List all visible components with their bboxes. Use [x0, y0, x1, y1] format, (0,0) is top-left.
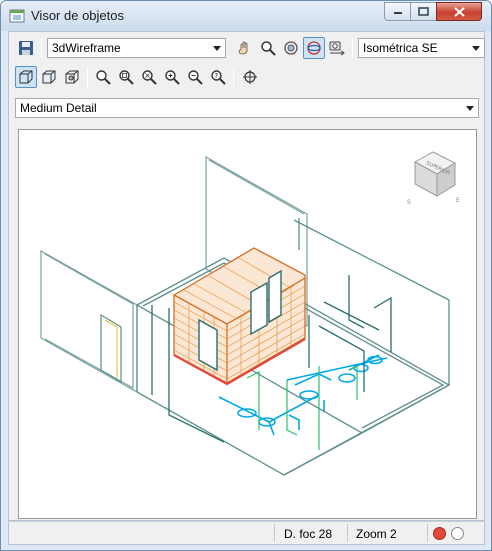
separator: [233, 67, 234, 87]
chevron-down-icon: [209, 39, 225, 57]
separator: [352, 38, 353, 58]
detail-level-select[interactable]: Medium Detail: [15, 98, 479, 118]
zoom-previous-icon: ?: [211, 70, 226, 85]
wall-left: [40, 249, 138, 394]
crosshair-button[interactable]: [239, 66, 261, 88]
free-orbit-button[interactable]: [303, 37, 325, 59]
view-solid-button[interactable]: [38, 66, 60, 88]
cube-camera-icon: [65, 70, 79, 84]
zoom-in-button[interactable]: [161, 66, 183, 88]
chevron-down-icon: [468, 39, 484, 57]
status-divider: [347, 524, 348, 542]
zoom-extents-icon: [142, 70, 157, 85]
view-value: Isométrica SE: [363, 41, 438, 55]
app-icon: [9, 9, 25, 23]
camera-button[interactable]: [326, 37, 348, 59]
maximize-button[interactable]: [410, 2, 437, 21]
zoom-out-icon: [188, 70, 203, 85]
svg-text:?: ?: [214, 72, 218, 80]
record-indicator[interactable]: [433, 527, 446, 540]
viewcube[interactable]: SUPERIOR S E: [407, 151, 460, 206]
zoom-level: Zoom 2: [356, 527, 397, 541]
toolbar-view: ?: [9, 64, 484, 92]
minimize-icon: [393, 11, 402, 14]
free-orbit-icon: [307, 41, 321, 55]
zoom-in-icon: [165, 70, 180, 85]
separator: [41, 38, 42, 58]
cube-wire-icon: [19, 70, 33, 84]
close-icon: [453, 6, 465, 17]
idle-indicator[interactable]: [451, 527, 464, 540]
magnifier-icon: [261, 41, 276, 56]
client-area: 3dWireframe Isométrica SE ? Medium Detai…: [8, 31, 485, 521]
detail-level-value: Medium Detail: [20, 101, 97, 115]
window-title: Visor de objetos: [31, 8, 124, 23]
model-drawing: SUPERIOR S E: [40, 151, 460, 476]
minimize-button[interactable]: [384, 2, 411, 21]
viewcube-left: S: [407, 199, 411, 206]
save-button[interactable]: [15, 37, 37, 59]
visual-style-value: 3dWireframe: [52, 41, 121, 55]
close-button[interactable]: [436, 2, 482, 21]
zoom-button[interactable]: [257, 37, 279, 59]
separator: [87, 67, 88, 87]
focal-distance: D. foc 28: [284, 527, 333, 541]
view-camera-button[interactable]: [61, 66, 83, 88]
zoom-icon: [96, 70, 111, 85]
zoom-out-button[interactable]: [184, 66, 206, 88]
status-divider: [427, 524, 428, 542]
save-icon: [19, 41, 33, 55]
orbit-button[interactable]: [280, 37, 302, 59]
zoom-extents-button[interactable]: [138, 66, 160, 88]
chevron-down-icon: [462, 99, 478, 117]
orbit-icon: [284, 41, 298, 55]
camera-icon: [329, 41, 345, 56]
partitions: [246, 365, 358, 450]
brick-enclosure: [173, 247, 306, 386]
title-bar[interactable]: Visor de objetos: [1, 1, 491, 31]
zoom-window-button[interactable]: [115, 66, 137, 88]
status-divider: [274, 524, 275, 542]
crosshair-icon: [243, 70, 257, 84]
pan-button[interactable]: [234, 37, 256, 59]
maximize-icon: [418, 7, 429, 16]
object-viewer-window: Visor de objetos 3dWireframe Isométrica …: [0, 0, 492, 551]
status-bar: D. foc 28 Zoom 2: [8, 521, 485, 545]
cube-icon: [42, 70, 56, 84]
3d-viewport[interactable]: SUPERIOR S E: [18, 129, 477, 519]
zoom-realtime-button[interactable]: [92, 66, 114, 88]
zoom-previous-button[interactable]: ?: [207, 66, 229, 88]
zoom-window-icon: [119, 70, 134, 85]
hand-icon: [238, 41, 248, 55]
view-select[interactable]: Isométrica SE: [358, 38, 485, 58]
viewcube-right: E: [456, 197, 460, 204]
visual-style-select[interactable]: 3dWireframe: [47, 38, 226, 58]
toolbar-primary: 3dWireframe Isométrica SE: [9, 35, 485, 63]
view-box-button[interactable]: [15, 66, 37, 88]
